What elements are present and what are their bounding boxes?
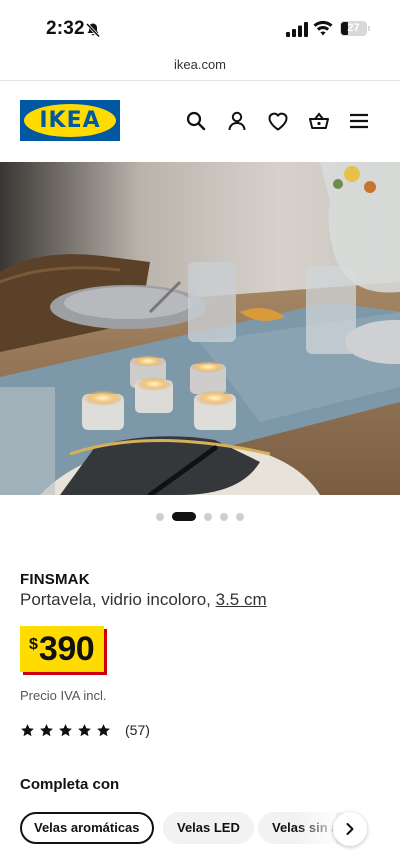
- chips-next-button[interactable]: [333, 812, 367, 846]
- star-icon: [40, 723, 53, 736]
- search-icon[interactable]: [184, 109, 208, 133]
- review-count[interactable]: (57): [125, 722, 150, 738]
- carousel-dot[interactable]: [220, 513, 228, 521]
- chips-fade: [296, 810, 336, 848]
- battery-level: 27: [347, 22, 360, 34]
- product-description: Portavela, vidrio incoloro, 3.5 cm: [20, 590, 267, 610]
- carousel-dot[interactable]: [156, 513, 164, 521]
- signal-icon: [286, 22, 308, 37]
- ikea-logo[interactable]: IKEA: [20, 100, 120, 141]
- star-icon: [21, 723, 34, 736]
- complete-with-title: Completa con: [20, 776, 120, 793]
- price-note: Precio IVA incl.: [20, 688, 107, 703]
- url-bar[interactable]: ikea.com: [0, 57, 400, 77]
- battery-icon: 27: [340, 21, 367, 36]
- logo-text: IKEA: [39, 108, 101, 133]
- carousel-dot[interactable]: [204, 513, 212, 521]
- chip-velas-aromaticas[interactable]: Velas aromáticas: [20, 812, 154, 844]
- price-value: 390: [38, 630, 95, 668]
- status-time: 2:32: [46, 18, 85, 39]
- star-icon: [59, 723, 72, 736]
- status-bar: 2:32 27: [0, 0, 400, 54]
- chevron-right-icon: [346, 823, 354, 835]
- price-tag: $ 390: [20, 626, 105, 672]
- carousel-dot-active[interactable]: [172, 512, 196, 521]
- product-name: FINSMAK: [20, 571, 90, 588]
- bell-slash-icon: [85, 22, 101, 38]
- heart-icon[interactable]: [266, 109, 290, 133]
- chip-velas-led[interactable]: Velas LED: [163, 812, 254, 844]
- wifi-icon: [313, 20, 333, 36]
- product-image[interactable]: [0, 162, 400, 495]
- price-currency: $: [29, 636, 38, 653]
- basket-icon[interactable]: [307, 109, 331, 133]
- product-size-link[interactable]: 3.5 cm: [216, 590, 267, 609]
- header-divider: [0, 80, 400, 81]
- product-description-text: Portavela, vidrio incoloro,: [20, 590, 211, 609]
- carousel-dot[interactable]: [236, 513, 244, 521]
- star-icon: [97, 723, 110, 736]
- star-icon: [78, 723, 91, 736]
- battery-nub: [368, 26, 370, 31]
- menu-icon[interactable]: [347, 109, 371, 133]
- product-rating[interactable]: (57): [20, 721, 150, 739]
- carousel-indicator[interactable]: [0, 512, 400, 522]
- profile-icon[interactable]: [225, 109, 249, 133]
